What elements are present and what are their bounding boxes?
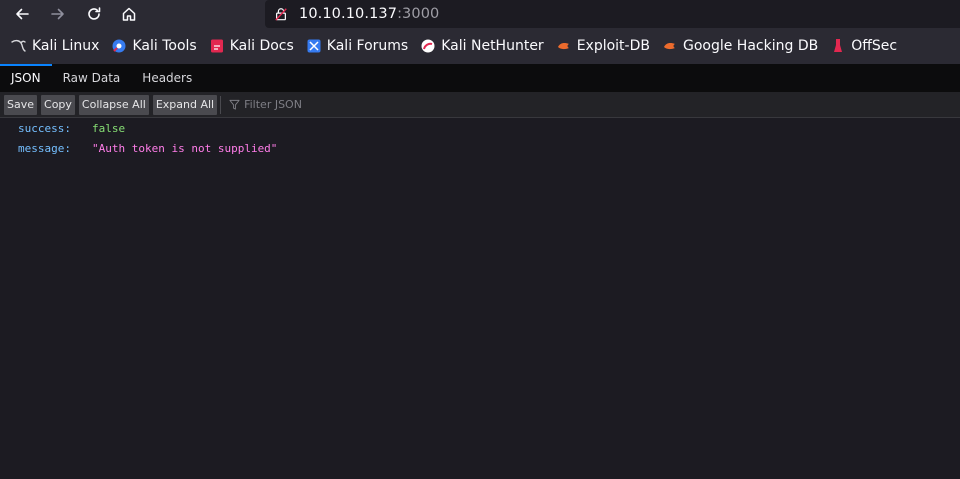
- forward-button[interactable]: [45, 2, 71, 26]
- url-host: 10.10.10.137: [299, 6, 398, 22]
- reload-button[interactable]: [81, 2, 107, 26]
- home-button[interactable]: [116, 2, 142, 26]
- json-value-boolean: false: [92, 121, 126, 135]
- bookmark-kali-tools[interactable]: Kali Tools: [109, 33, 198, 59]
- bookmark-label: Exploit-DB: [576, 38, 650, 54]
- navigation-toolbar: 10.10.10.137:3000: [0, 0, 960, 28]
- kali-dragon-icon: [11, 38, 27, 54]
- kali-docs-icon: [209, 38, 225, 54]
- tab-headers[interactable]: Headers: [131, 64, 203, 92]
- bookmark-kali-linux[interactable]: Kali Linux: [9, 33, 101, 59]
- bookmarks-toolbar: Kali Linux Kali Tools Kali Docs Kali For…: [0, 28, 960, 64]
- filter-placeholder: Filter JSON: [244, 98, 302, 111]
- insecure-connection-icon[interactable]: [273, 6, 289, 22]
- bookmark-kali-nethunter[interactable]: Kali NetHunter: [418, 33, 545, 59]
- home-icon: [122, 7, 136, 21]
- offsec-icon: [830, 38, 846, 54]
- json-row-message[interactable]: message: "Auth token is not supplied": [18, 139, 277, 157]
- kali-forums-icon: [306, 38, 322, 54]
- toolbar-divider: [220, 95, 222, 114]
- json-key: success:: [18, 121, 71, 135]
- url-port: :3000: [397, 6, 440, 22]
- filter-json-input[interactable]: Filter JSON: [229, 98, 302, 111]
- kali-tools-icon: [111, 38, 127, 54]
- json-row-success[interactable]: success: false: [18, 119, 125, 137]
- bookmark-offsec[interactable]: OffSec: [828, 33, 899, 59]
- json-key: message:: [18, 141, 71, 155]
- nethunter-icon: [420, 38, 436, 54]
- bookmark-kali-docs[interactable]: Kali Docs: [207, 33, 296, 59]
- bookmark-label: Kali Linux: [32, 38, 100, 54]
- bookmark-label: Kali NetHunter: [441, 38, 544, 54]
- bookmark-label: OffSec: [851, 38, 898, 54]
- bookmark-label: Kali Docs: [229, 38, 294, 54]
- tab-raw-data[interactable]: Raw Data: [52, 64, 132, 92]
- bookmark-label: Kali Forums: [326, 38, 409, 54]
- exploit-db-icon: [556, 38, 572, 54]
- url-text[interactable]: 10.10.10.137:3000: [299, 6, 439, 22]
- bookmark-google-hacking-db[interactable]: Google Hacking DB: [660, 33, 820, 59]
- save-button[interactable]: Save: [4, 94, 38, 115]
- reload-icon: [88, 7, 101, 20]
- bookmark-label: Google Hacking DB: [682, 38, 819, 54]
- ghdb-icon: [662, 38, 678, 54]
- json-toolbar: Save Copy Collapse All Expand All Filter…: [0, 92, 960, 118]
- collapse-all-button[interactable]: Collapse All: [78, 94, 149, 115]
- back-arrow-icon: [16, 8, 29, 20]
- json-viewer-tabs: JSON Raw Data Headers: [0, 64, 960, 92]
- forward-arrow-icon: [51, 8, 64, 20]
- url-bar[interactable]: 10.10.10.137:3000: [265, 0, 960, 28]
- bookmark-label: Kali Tools: [132, 38, 197, 54]
- filter-icon: [229, 99, 240, 110]
- tab-json[interactable]: JSON: [0, 64, 52, 92]
- bookmark-kali-forums[interactable]: Kali Forums: [304, 33, 410, 59]
- copy-button[interactable]: Copy: [41, 94, 75, 115]
- json-value-string: "Auth token is not supplied": [92, 141, 278, 155]
- expand-all-button[interactable]: Expand All: [152, 94, 218, 115]
- back-button[interactable]: [9, 2, 35, 26]
- json-content: success: false message: "Auth token is n…: [0, 118, 960, 479]
- bookmark-exploit-db[interactable]: Exploit-DB: [554, 33, 652, 59]
